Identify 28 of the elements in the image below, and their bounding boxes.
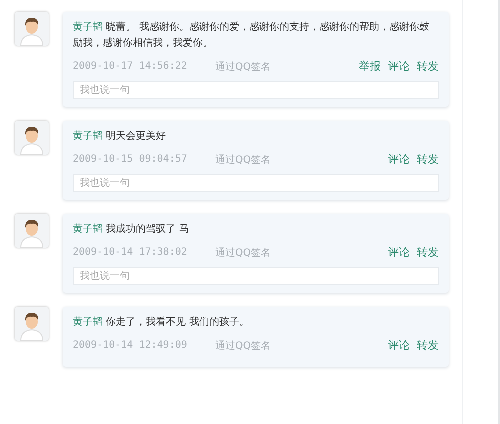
avatar-icon bbox=[15, 214, 49, 248]
action-link[interactable]: 评论 bbox=[388, 338, 410, 353]
reply-field[interactable]: 我也说一句 bbox=[73, 174, 439, 192]
post-source: 通过QQ签名 bbox=[215, 246, 272, 260]
post-text: 黄子韬 我成功的驾驭了 马 bbox=[73, 222, 190, 237]
reply-field[interactable]: 我也说一句 bbox=[73, 267, 439, 285]
reply-field[interactable]: 我也说一句 bbox=[73, 81, 439, 99]
action-link[interactable]: 评论 bbox=[388, 152, 410, 167]
action-link[interactable]: 评论 bbox=[388, 245, 410, 260]
avatar-icon bbox=[15, 121, 49, 155]
post-text: 黄子韬 明天会更美好 bbox=[73, 130, 168, 144]
action-link[interactable]: 举报 bbox=[359, 59, 381, 74]
avatar-icon bbox=[15, 12, 49, 46]
avatar-icon bbox=[15, 307, 49, 341]
post-source: 通过QQ签名 bbox=[215, 154, 272, 166]
post-text: 黄子韬 晓蕾。 我感谢你。感谢你的爱，感谢你的支持，感谢你的帮助，感谢你鼓励我，感谢你相信我，我爱你。 bbox=[73, 20, 430, 51]
post-source: 通过QQ签名 bbox=[215, 340, 272, 352]
action-link[interactable]: 评论 bbox=[388, 59, 410, 74]
post-time: 2009-10-15 09:04:57 bbox=[73, 154, 188, 165]
post-text: 黄子韬 你走了，我看不见 我们的孩子。 bbox=[73, 316, 250, 330]
post-time: 2009-10-14 17:38:02 bbox=[73, 247, 188, 258]
action-link[interactable]: 转发 bbox=[417, 338, 439, 353]
action-link[interactable]: 转发 bbox=[417, 59, 439, 74]
post-time: 2009-10-14 12:49:09 bbox=[73, 340, 188, 351]
post-source: 通过QQ签名 bbox=[215, 60, 272, 74]
action-link[interactable]: 转发 bbox=[417, 152, 439, 167]
post-time: 2009-10-17 14:56:22 bbox=[73, 61, 188, 72]
action-link[interactable]: 转发 bbox=[417, 245, 439, 260]
